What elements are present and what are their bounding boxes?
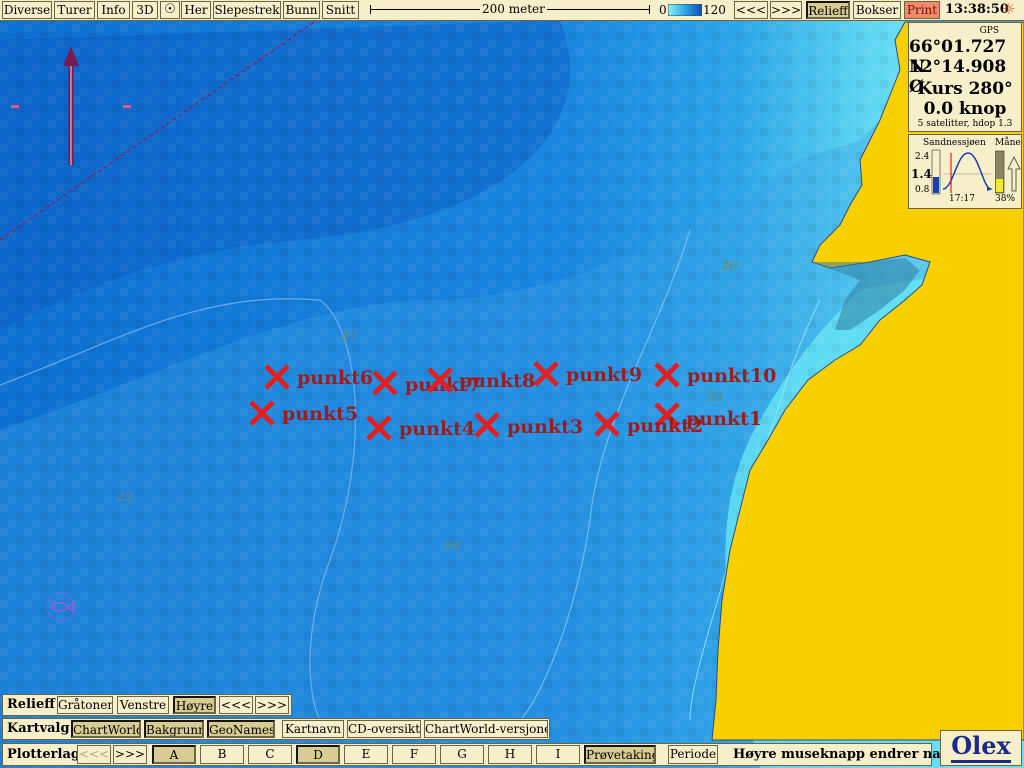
moon-percent: 38% xyxy=(995,194,1016,204)
bokser-button[interactable]: Bokser xyxy=(853,1,901,19)
layer-d[interactable]: D xyxy=(296,745,340,764)
menu-her[interactable]: Her xyxy=(181,1,211,19)
menu-diverse[interactable]: Diverse xyxy=(2,1,52,19)
tide-place: Sandnessjøen xyxy=(923,138,986,148)
plotterlag-prev-button[interactable]: <<< xyxy=(77,745,111,764)
zoom-next-button[interactable]: >>> xyxy=(770,1,802,19)
depth-sounding: 40 xyxy=(720,259,738,274)
tide-curve-chart xyxy=(931,149,993,195)
tide-low: 0.8 xyxy=(915,185,930,195)
scale-tick-left xyxy=(370,5,371,14)
depth-color-scale xyxy=(668,4,702,16)
sun-icon: ☼ xyxy=(1002,0,1016,18)
menu-snitt[interactable]: Snitt xyxy=(322,1,359,19)
cd-oversikt-button[interactable]: CD-oversikt xyxy=(347,720,421,738)
print-button[interactable]: Print xyxy=(904,1,940,19)
gps-title: GPS xyxy=(979,26,999,36)
waypoint-label: punkt8 xyxy=(459,370,535,392)
depth-max-label: 120 xyxy=(703,3,726,17)
chartworld-toggle[interactable]: ChartWorld xyxy=(71,720,141,738)
olex-logo-text: Olex xyxy=(951,731,1011,763)
rename-hint: Høyre museknapp endrer navn xyxy=(733,747,958,762)
depth-sounding: 59 xyxy=(444,539,461,554)
menu-3d[interactable]: 3D xyxy=(132,1,158,19)
menu-slepestrek[interactable]: Slepestrek xyxy=(213,1,281,19)
menu-turer[interactable]: Turer xyxy=(54,1,95,19)
waypoint-label: punkt9 xyxy=(566,364,642,386)
bakgrunn-toggle[interactable]: Bakgrunn xyxy=(144,720,204,738)
waypoint-label: punkt5 xyxy=(282,403,358,425)
menu-info[interactable]: Info xyxy=(97,1,130,19)
menu-bunn[interactable]: Bunn xyxy=(283,1,320,19)
kartvalg-title: Kartvalg xyxy=(7,721,70,736)
tide-high: 2.4 xyxy=(915,152,930,162)
waypoint-label: punkt3 xyxy=(507,416,583,438)
waypoint-label: punkt6 xyxy=(297,367,373,389)
waypoint-label: punkt10 xyxy=(687,365,776,387)
depth-sounding: 22 xyxy=(116,490,134,505)
moon-label: Måne xyxy=(995,138,1021,148)
layer-b[interactable]: B xyxy=(200,745,244,764)
depth-sounding: 47 xyxy=(340,330,358,345)
gps-speed: 0.0 knop xyxy=(923,99,1007,119)
moon-phase-icon xyxy=(995,150,1021,194)
tide-current: 1.4 xyxy=(911,167,932,181)
clock: 13:38:50 xyxy=(945,2,1009,17)
waypoint-label: punkt4 xyxy=(399,418,475,440)
gps-course: Kurs 280° xyxy=(917,79,1013,99)
layer-h[interactable]: H xyxy=(488,745,532,764)
scale-tick-right xyxy=(649,5,650,14)
scale-bar: 200 meter xyxy=(370,2,650,16)
tide-time: 17:17 xyxy=(949,194,975,204)
hoyre-button[interactable]: Høyre xyxy=(173,696,216,714)
gps-satellites: 5 satelitter, hdop 1.3 xyxy=(917,119,1013,129)
plotterlag-next-button[interactable]: >>> xyxy=(113,745,147,764)
olex-logo: Olex xyxy=(940,730,1022,766)
gratoner-button[interactable]: Gråtoner xyxy=(57,696,113,714)
relieff-next-button[interactable]: >>> xyxy=(255,696,289,714)
provetaking-toggle[interactable]: Prøvetaking xyxy=(584,745,656,764)
geonames-toggle[interactable]: GeoNames xyxy=(207,720,275,738)
periode-button[interactable]: Periode xyxy=(668,745,718,764)
depth-min-label: 0 xyxy=(659,3,667,17)
layer-a[interactable]: A xyxy=(152,745,196,764)
layer-f[interactable]: F xyxy=(392,745,436,764)
tide-panel: Sandnessjøen Måne 2.4 1.4 0.8 17:17 38% xyxy=(908,134,1022,209)
relieff-prev-button[interactable]: <<< xyxy=(219,696,253,714)
relieff-title: Relieff xyxy=(7,697,55,712)
target-icon[interactable]: ☉ xyxy=(160,1,180,19)
kartnavn-button[interactable]: Kartnavn xyxy=(282,720,344,738)
layer-c[interactable]: C xyxy=(248,745,292,764)
layer-g[interactable]: G xyxy=(440,745,484,764)
layer-e[interactable]: E xyxy=(344,745,388,764)
waypoint-label: punkt2 xyxy=(627,415,703,437)
relieff-toggle[interactable]: Relieff xyxy=(806,1,850,19)
gps-panel: GPS 66°01.727 N 12°14.908 Ø Kurs 280° 0.… xyxy=(908,22,1022,132)
layer-i[interactable]: I xyxy=(536,745,580,764)
chartworld-versjoner-button[interactable]: ChartWorld-versjoner xyxy=(424,720,548,738)
chart-map[interactable]: 47 40 33 22 59 punkt1 punkt2 punkt3 punk… xyxy=(0,0,1024,768)
venstre-button[interactable]: Venstre xyxy=(117,696,169,714)
zoom-prev-button[interactable]: <<< xyxy=(734,1,768,19)
scale-label: 200 meter xyxy=(480,2,547,16)
plotterlag-title: Plotterlag xyxy=(7,747,80,762)
depth-sounding: 33 xyxy=(706,390,723,405)
